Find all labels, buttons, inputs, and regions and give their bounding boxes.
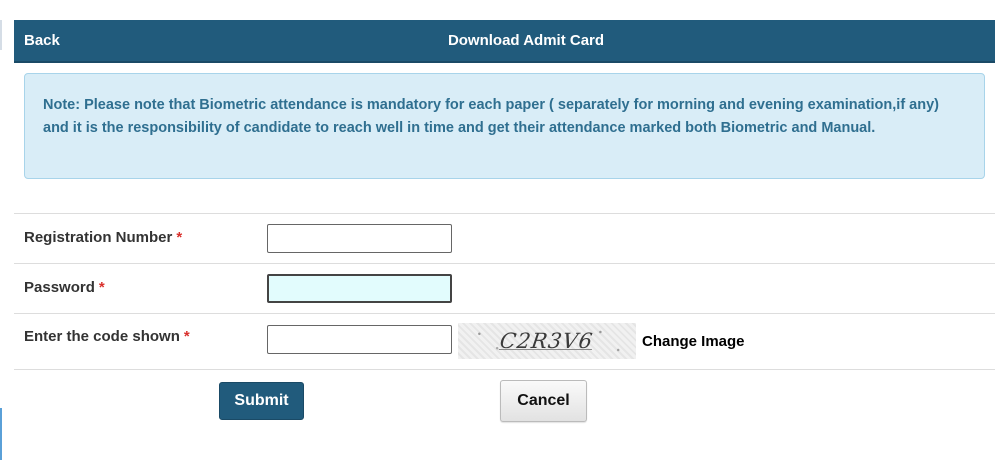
captcha-label: Enter the code shown * bbox=[24, 328, 190, 345]
required-marker: * bbox=[183, 328, 190, 345]
submit-button[interactable]: Submit bbox=[219, 382, 304, 420]
captcha-image: C2R3V6 bbox=[458, 323, 636, 359]
left-edge-scroll-indicator bbox=[0, 408, 2, 460]
required-marker: * bbox=[98, 279, 105, 296]
left-edge-border bbox=[0, 20, 2, 50]
page-title: Download Admit Card bbox=[447, 32, 605, 49]
change-image-link[interactable]: Change Image bbox=[642, 333, 745, 350]
captcha-input[interactable] bbox=[267, 325, 452, 354]
captcha-text: C2R3V6 bbox=[498, 329, 596, 353]
registration-row: Registration Number * bbox=[14, 213, 995, 263]
registration-label: Registration Number * bbox=[24, 229, 182, 246]
header-bar: Back Download Admit Card bbox=[14, 20, 995, 63]
registration-number-input[interactable] bbox=[267, 224, 452, 253]
required-marker: * bbox=[176, 229, 183, 246]
note-alert: Note: Please note that Biometric attenda… bbox=[24, 73, 985, 179]
password-input[interactable] bbox=[267, 274, 452, 303]
password-row: Password * bbox=[14, 263, 995, 313]
registration-label-text: Registration Number bbox=[24, 229, 173, 246]
password-label-text: Password bbox=[24, 279, 95, 296]
captcha-row: Enter the code shown * C2R3V6 Change Imag… bbox=[14, 313, 995, 370]
note-text: Note: Please note that Biometric attenda… bbox=[43, 97, 939, 136]
cancel-button[interactable]: Cancel bbox=[500, 380, 587, 422]
captcha-label-text: Enter the code shown bbox=[24, 328, 180, 345]
password-label: Password * bbox=[24, 279, 105, 296]
